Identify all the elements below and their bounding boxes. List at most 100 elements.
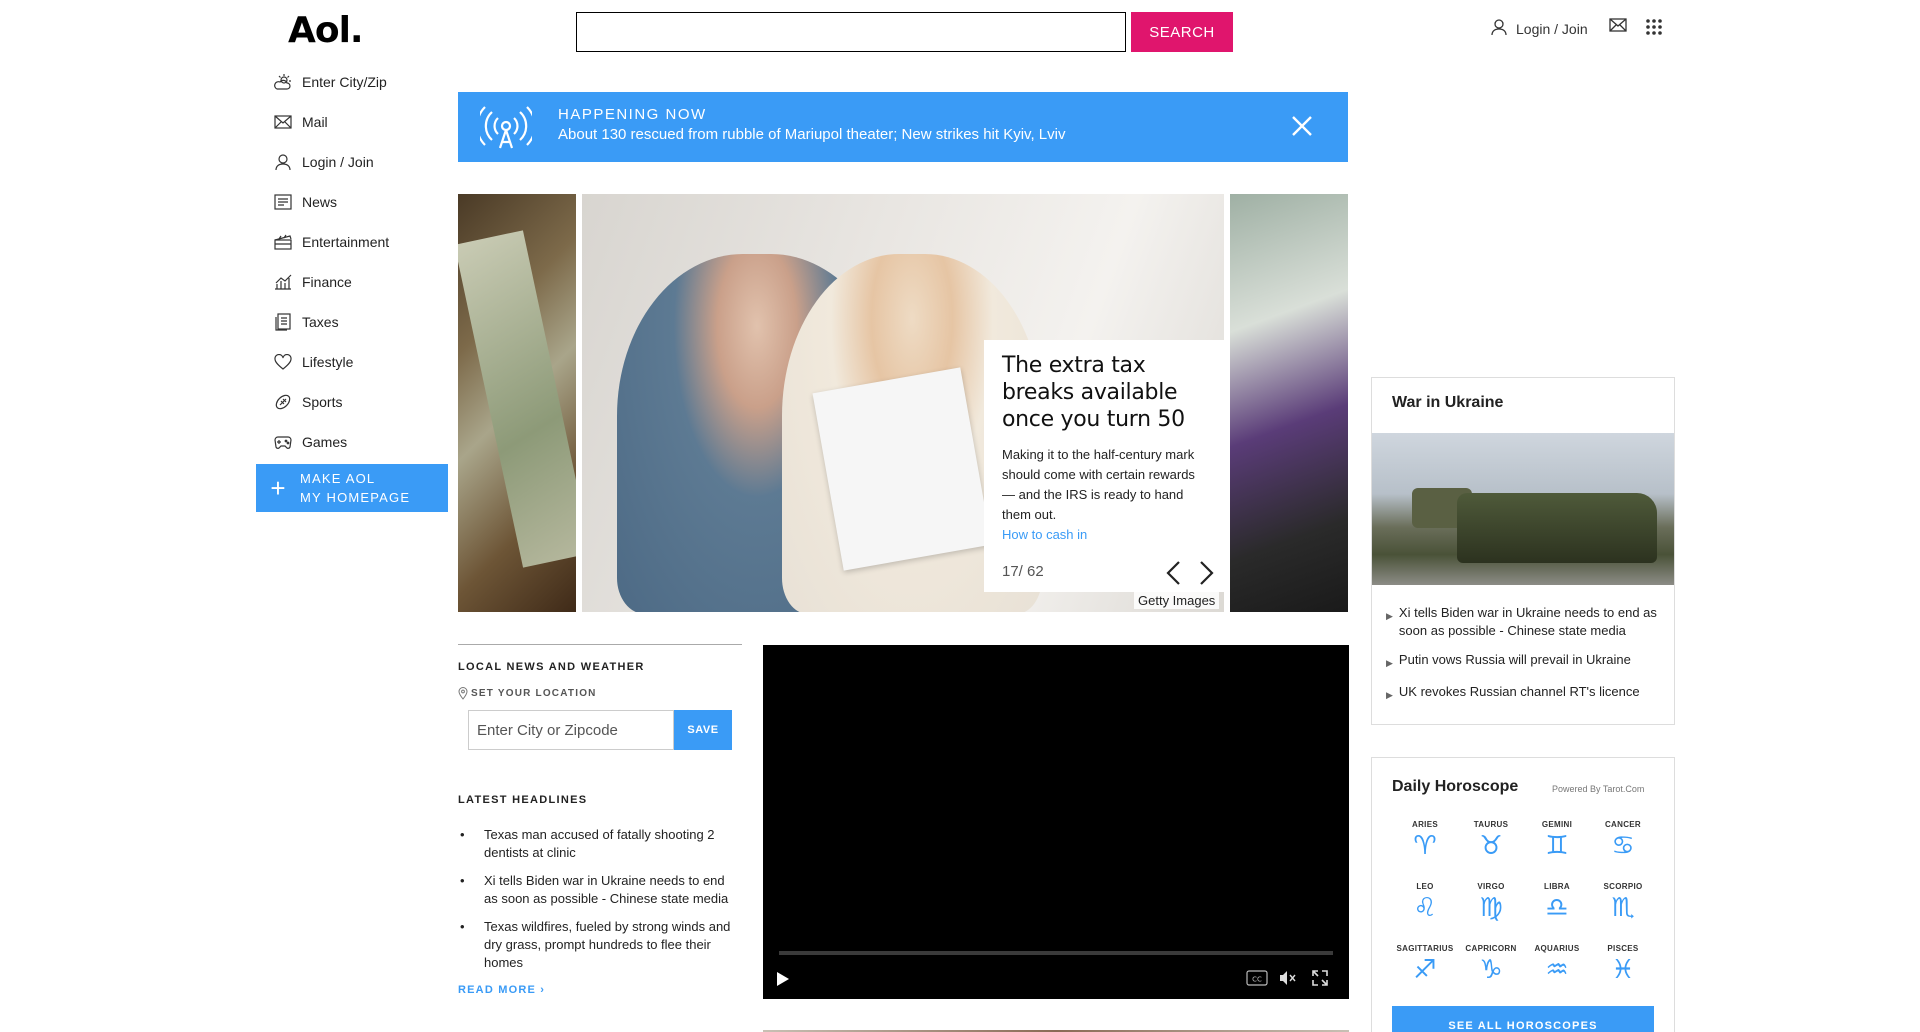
fullscreen-icon[interactable] <box>1311 969 1329 992</box>
zodiac-aries[interactable]: ARIES ♈ <box>1392 820 1458 872</box>
list-item[interactable]: Xi tells Biden war in Ukraine needs to e… <box>458 872 740 908</box>
local-news-title: LOCAL NEWS AND WEATHER <box>458 661 645 673</box>
make-homepage-button[interactable]: + MAKE AOL MY HOMEPAGE <box>256 464 448 512</box>
zodiac-capricorn[interactable]: CAPRICORN ♑ <box>1458 944 1524 996</box>
sidebar-item-label: News <box>302 194 338 210</box>
sidebar-item-label: Entertainment <box>302 234 390 250</box>
zip-input[interactable]: Enter City or Zipcode <box>468 710 674 750</box>
chevron-left-icon[interactable] <box>1164 560 1182 591</box>
broadcast-icon <box>476 106 536 155</box>
chart-icon <box>274 273 292 291</box>
sidebar-item-label: Enter City/Zip <box>302 74 387 90</box>
zodiac-name: CAPRICORN <box>1465 944 1517 953</box>
close-icon[interactable] <box>1290 114 1314 143</box>
search-input[interactable] <box>576 12 1126 52</box>
aol-logo[interactable]: Aol. <box>288 10 364 51</box>
zodiac-libra[interactable]: LIBRA ♎ <box>1524 882 1590 934</box>
header-login-link[interactable]: Login / Join <box>1490 18 1588 39</box>
sidebar-item-label: Login / Join <box>302 154 374 170</box>
set-location-label: SET YOUR LOCATION <box>471 688 597 699</box>
sidebar-item-label: Finance <box>302 274 352 290</box>
triangle-icon: ▶ <box>1386 611 1393 621</box>
sidebar-item-label: Lifestyle <box>302 354 354 370</box>
sidebar-item-finance[interactable]: Finance <box>274 262 474 302</box>
zip-form: Enter City or Zipcode SAVE <box>468 710 742 750</box>
mail-icon <box>274 113 292 131</box>
chevron-right-icon[interactable] <box>1198 560 1216 591</box>
sidebar-item-lifestyle[interactable]: Lifestyle <box>274 342 474 382</box>
see-all-horoscopes-button[interactable]: SEE ALL HOROSCOPES <box>1392 1006 1654 1032</box>
svg-text:CC: CC <box>1252 976 1262 984</box>
header-login-label: Login / Join <box>1516 20 1588 37</box>
list-item[interactable]: Texas man accused of fatally shooting 2 … <box>458 826 740 862</box>
zodiac-gemini[interactable]: GEMINI ♊ <box>1524 820 1590 872</box>
set-location-link[interactable]: SET YOUR LOCATION <box>458 687 742 700</box>
slide-prev-thumbnail[interactable] <box>458 194 576 612</box>
happening-now-banner[interactable]: HAPPENING NOW About 130 rescued from rub… <box>458 92 1348 162</box>
slide-title[interactable]: The extra tax breaks available once you … <box>1002 352 1206 433</box>
read-more-link[interactable]: READ MORE › <box>458 984 742 996</box>
zodiac-name: TAURUS <box>1473 820 1509 829</box>
slide-link[interactable]: How to cash in <box>1002 527 1206 542</box>
war-headline-list: ▶ Xi tells Biden war in Ukraine needs to … <box>1386 604 1668 715</box>
slide-caption-card: The extra tax breaks available once you … <box>984 340 1224 592</box>
war-in-ukraine-module: War in Ukraine ▶ Xi tells Biden war in Uk… <box>1371 377 1675 725</box>
gamepad-icon <box>274 433 292 451</box>
clapper-icon <box>274 233 292 251</box>
apps-grid-icon[interactable] <box>1645 18 1663 41</box>
pisces-icon: ♓ <box>1611 955 1635 985</box>
sidebar-item-sports[interactable]: Sports <box>274 382 474 422</box>
zodiac-name: CANCER <box>1604 820 1642 829</box>
zodiac-taurus[interactable]: TAURUS ♉ <box>1458 820 1524 872</box>
list-item[interactable]: Texas wildfires, fueled by strong winds … <box>458 918 740 972</box>
list-item[interactable]: ▶ Putin vows Russia will prevail in Ukrai… <box>1386 651 1668 672</box>
mail-icon[interactable] <box>1609 18 1627 37</box>
zodiac-name: VIRGO <box>1477 882 1505 891</box>
slide-next-thumbnail[interactable] <box>1230 194 1348 612</box>
war-headline: UK revokes Russian channel RT's licence <box>1398 684 1640 699</box>
horoscope-title: Daily Horoscope <box>1392 778 1519 795</box>
list-item[interactable]: ▶ Xi tells Biden war in Ukraine needs to … <box>1386 604 1668 640</box>
plus-icon: + <box>270 472 286 503</box>
search-button[interactable]: SEARCH <box>1131 12 1233 52</box>
sidebar-item-news[interactable]: News <box>274 182 474 222</box>
sidebar-item-taxes[interactable]: Taxes <box>274 302 474 342</box>
zodiac-name: ARIES <box>1412 820 1438 829</box>
zodiac-name: SAGITTARIUS <box>1396 944 1454 953</box>
zodiac-name: LEO <box>1416 882 1434 891</box>
sidebar-item-login[interactable]: Login / Join <box>274 142 474 182</box>
zip-save-button[interactable]: SAVE <box>674 710 732 750</box>
zodiac-aquarius[interactable]: AQUARIUS ♒ <box>1524 944 1590 996</box>
document-icon <box>274 313 292 331</box>
sidebar-item-weather[interactable]: Enter City/Zip <box>274 62 474 102</box>
aries-icon: ♈ <box>1413 831 1437 861</box>
list-item[interactable]: ▶ UK revokes Russian channel RT's licence <box>1386 683 1668 704</box>
sidebar-item-label: Mail <box>302 114 328 130</box>
zodiac-name: AQUARIUS <box>1534 944 1580 953</box>
video-player[interactable]: CC <box>763 645 1349 999</box>
powered-by-label: Powered By Tarot.Com <box>1552 784 1645 794</box>
sidebar-item-entertainment[interactable]: Entertainment <box>274 222 474 262</box>
war-title[interactable]: War in Ukraine <box>1392 394 1503 412</box>
local-news-section: LOCAL NEWS AND WEATHER SET YOUR LOCATION… <box>458 644 742 996</box>
zodiac-virgo[interactable]: VIRGO ♍ <box>1458 882 1524 934</box>
banner-headline[interactable]: About 130 rescued from rubble of Mariupo… <box>558 126 1065 143</box>
slide-description: Making it to the half-century mark shoul… <box>1002 447 1195 522</box>
video-progress-bar[interactable] <box>779 951 1333 955</box>
make-homepage-label: MAKE AOL MY HOMEPAGE <box>300 469 410 507</box>
sagittarius-icon: ♐ <box>1413 955 1437 985</box>
zodiac-sagittarius[interactable]: SAGITTARIUS ♐ <box>1392 944 1458 996</box>
war-image[interactable] <box>1372 433 1674 585</box>
zodiac-pisces[interactable]: PISCES ♓ <box>1590 944 1656 996</box>
zodiac-name: LIBRA <box>1544 882 1570 891</box>
sidebar-item-mail[interactable]: Mail <box>274 102 474 142</box>
sidebar-item-games[interactable]: Games <box>274 422 474 462</box>
weather-icon <box>274 73 292 91</box>
zodiac-scorpio[interactable]: SCORPIO ♏ <box>1590 882 1656 934</box>
capricorn-icon: ♑ <box>1479 955 1503 985</box>
zodiac-leo[interactable]: LEO ♌ <box>1392 882 1458 934</box>
mute-icon[interactable] <box>1278 969 1296 992</box>
zodiac-cancer[interactable]: CANCER ♋ <box>1590 820 1656 872</box>
closed-captions-icon[interactable]: CC <box>1246 970 1268 991</box>
play-icon[interactable] <box>775 970 791 993</box>
